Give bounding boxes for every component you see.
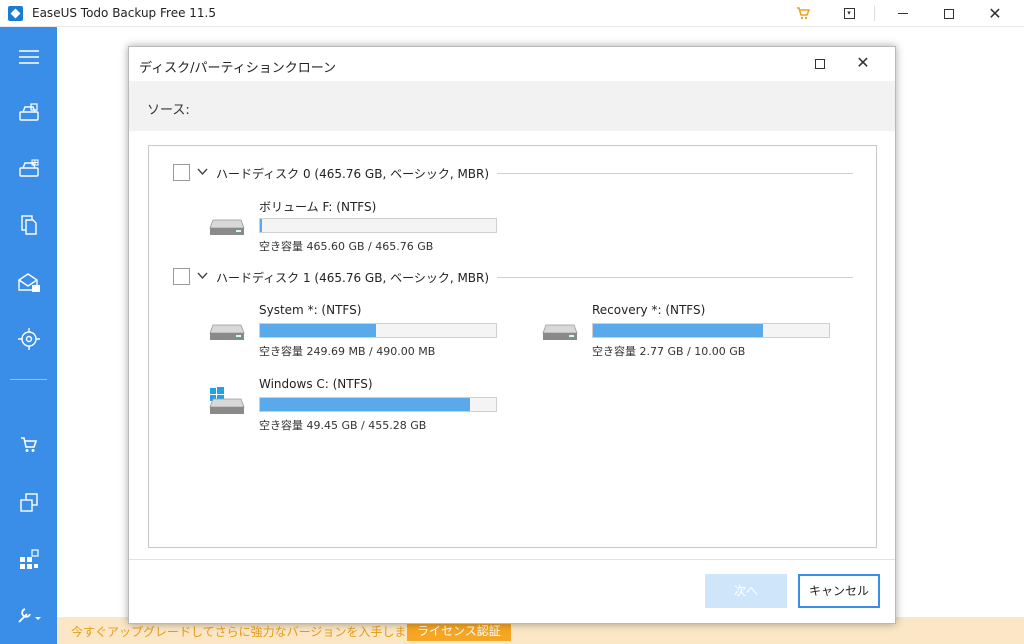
partition-usage-bar [259, 323, 497, 338]
disk-checkbox[interactable] [173, 164, 190, 181]
partition-item[interactable]: ボリューム F: (NTFS) 空き容量 465.60 GB / 465.76 … [209, 198, 509, 254]
partition-usage-bar [259, 218, 497, 233]
mail-backup-icon[interactable] [0, 263, 57, 303]
upgrade-banner-text: 今すぐアップグレードしてさらに強力なバージョンを入手しましょう。 [71, 625, 454, 639]
cart-icon[interactable] [780, 0, 826, 27]
minimize-button[interactable] [880, 0, 926, 27]
close-icon: ✕ [988, 4, 1002, 23]
license-activation-button[interactable]: ライセンス認証 [407, 621, 511, 641]
source-header: ソース: [129, 81, 895, 131]
disk-list-panel: ハードディスク 0 (465.76 GB, ベーシック, MBR) ボリューム … [148, 145, 877, 548]
partition-free-space: 空き容量 2.77 GB / 10.00 GB [592, 345, 746, 358]
disk-checkbox[interactable] [173, 268, 190, 285]
disk-backup-icon[interactable] [0, 93, 57, 133]
disk-title: ハードディスク 0 (465.76 GB, ベーシック, MBR) [216, 167, 490, 181]
dropdown-menu-icon[interactable]: ▾ [826, 0, 872, 27]
hamburger-menu-icon[interactable] [0, 37, 57, 77]
titlebar-divider [874, 6, 875, 21]
partition-usage-fill [593, 324, 763, 337]
drive-icon [209, 319, 245, 343]
partition-usage-bar [592, 323, 830, 338]
app-window: EaseUS Todo Backup Free 11.5 ▾ ✕ 今すぐアップグ… [0, 0, 1024, 644]
disk-divider [497, 173, 853, 174]
partition-usage-fill [260, 219, 262, 232]
disk-title: ハードディスク 1 (465.76 GB, ベーシック, MBR) [216, 271, 490, 285]
disk-divider [497, 277, 853, 278]
app-title: EaseUS Todo Backup Free 11.5 [32, 6, 216, 20]
windows-drive-icon [209, 387, 245, 417]
partition-usage-fill [260, 324, 376, 337]
system-backup-icon[interactable] [0, 149, 57, 189]
sidebar-divider [10, 379, 47, 380]
chevron-down-icon[interactable] [197, 268, 208, 285]
close-button[interactable]: ✕ [972, 0, 1018, 27]
clone-dialog: ディスク/パーティションクローン ✕ ソース: ハードディスク 0 (465.7… [128, 46, 896, 624]
tools-icon[interactable] [0, 595, 57, 635]
partition-name: Windows C: (NTFS) [259, 377, 373, 391]
partition-item[interactable]: Windows C: (NTFS) 空き容量 49.45 GB / 455.28… [209, 377, 509, 433]
clone-icon[interactable] [0, 483, 57, 523]
partition-free-space: 空き容量 249.69 MB / 490.00 MB [259, 345, 436, 358]
partition-name: Recovery *: (NTFS) [592, 303, 706, 317]
next-button[interactable]: 次へ [705, 574, 787, 608]
maximize-icon [944, 8, 954, 19]
partition-item[interactable]: Recovery *: (NTFS) 空き容量 2.77 GB / 10.00 … [542, 303, 842, 359]
disk-header: ハードディスク 0 (465.76 GB, ベーシック, MBR) [173, 164, 853, 184]
dialog-title: ディスク/パーティションクローン [139, 61, 337, 76]
source-label: ソース: [147, 103, 190, 118]
drive-icon [542, 319, 578, 343]
partition-free-space: 空き容量 465.60 GB / 465.76 GB [259, 240, 434, 253]
partition-item[interactable]: System *: (NTFS) 空き容量 249.69 MB / 490.00… [209, 303, 509, 359]
partition-usage-fill [260, 398, 470, 411]
cancel-button[interactable]: キャンセル [798, 574, 880, 608]
apps-icon[interactable] [0, 539, 57, 579]
disk-header: ハードディスク 1 (465.76 GB, ベーシック, MBR) [173, 268, 853, 288]
sidebar [0, 27, 57, 644]
smart-backup-icon[interactable] [0, 319, 57, 359]
app-logo-icon [8, 6, 23, 21]
dialog-close-icon[interactable]: ✕ [853, 51, 873, 75]
cart-icon[interactable] [0, 425, 57, 465]
partition-usage-bar [259, 397, 497, 412]
title-bar: EaseUS Todo Backup Free 11.5 ▾ ✕ [0, 0, 1024, 27]
partition-name: ボリューム F: (NTFS) [259, 200, 377, 214]
maximize-button[interactable] [926, 0, 972, 27]
dialog-footer-divider [129, 559, 895, 560]
chevron-down-icon[interactable] [197, 164, 208, 181]
partition-free-space: 空き容量 49.45 GB / 455.28 GB [259, 419, 427, 432]
minimize-icon [898, 13, 908, 14]
file-backup-icon[interactable] [0, 205, 57, 245]
partition-name: System *: (NTFS) [259, 303, 362, 317]
drive-icon [209, 214, 245, 238]
dialog-maximize-icon[interactable] [815, 59, 825, 69]
